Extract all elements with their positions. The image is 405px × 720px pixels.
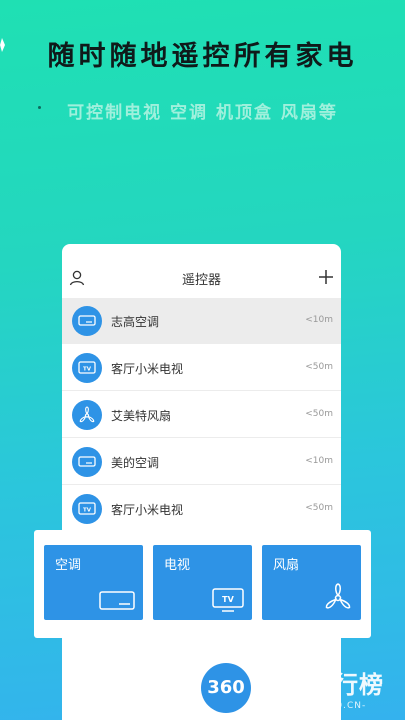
category-label: 电视 [164,558,191,573]
device-distance: <50m [305,503,333,513]
watermark-badge: 360 [201,663,251,713]
device-name: 志高空调 [111,315,160,329]
device-distance: <10m [305,456,333,466]
watermark-url: -WANGZHAN360.CN- [257,701,367,711]
device-row[interactable]: 志高空调 <10m [62,298,341,344]
device-name: 艾美特风扇 [111,409,172,423]
tv-icon: TV [212,588,244,612]
category-card-tv[interactable]: 电视 TV [153,545,252,620]
ac-icon [72,306,102,336]
category-card-ac[interactable]: 空调 [44,545,143,620]
device-name: 客厅小米电视 [111,503,184,517]
category-label: 风扇 [273,558,300,573]
app-header: 遥控器 [62,244,341,298]
device-name: 客厅小米电视 [111,362,184,376]
plus-icon[interactable] [319,270,333,284]
headline: 随时随地遥控所有家电 [47,41,358,72]
phone-screen: 遥控器 志高空调 <10m TV 客厅小米电视 <50m 艾美特风扇 <50m 美的空调 <10… [62,244,341,720]
device-distance: <50m [305,409,333,419]
device-row[interactable]: 美的空调 <10m [62,439,341,485]
device-distance: <10m [305,315,333,325]
device-row[interactable]: 艾美特风扇 <50m [62,392,341,438]
app-title: 遥控器 [181,273,221,288]
svg-text:TV: TV [83,507,92,513]
ac-icon [99,591,135,610]
device-distance: <50m [305,362,333,372]
category-label: 空调 [55,558,82,573]
category-panel: 空调 电视 TV 风扇 [34,530,371,638]
device-name: 美的空调 [111,456,160,470]
ac-icon [72,447,102,477]
watermark-title: 网站排行榜 [259,671,384,699]
fan-icon [72,400,102,430]
watermark: 360 网站排行榜 -WANGZHAN360.CN- [199,657,405,720]
svg-text:TV: TV [83,366,92,372]
device-row[interactable]: TV 客厅小米电视 <50m [62,345,341,391]
fan-icon [325,583,351,609]
svg-text:TV: TV [222,595,234,604]
tv-icon: TV [72,353,102,383]
subline: 可控制电视 空调 机顶盒 风扇等 [67,103,338,123]
category-card-fan[interactable]: 风扇 [262,545,361,620]
tv-icon: TV [72,494,102,524]
device-row[interactable]: TV 客厅小米电视 <50m [62,486,341,532]
